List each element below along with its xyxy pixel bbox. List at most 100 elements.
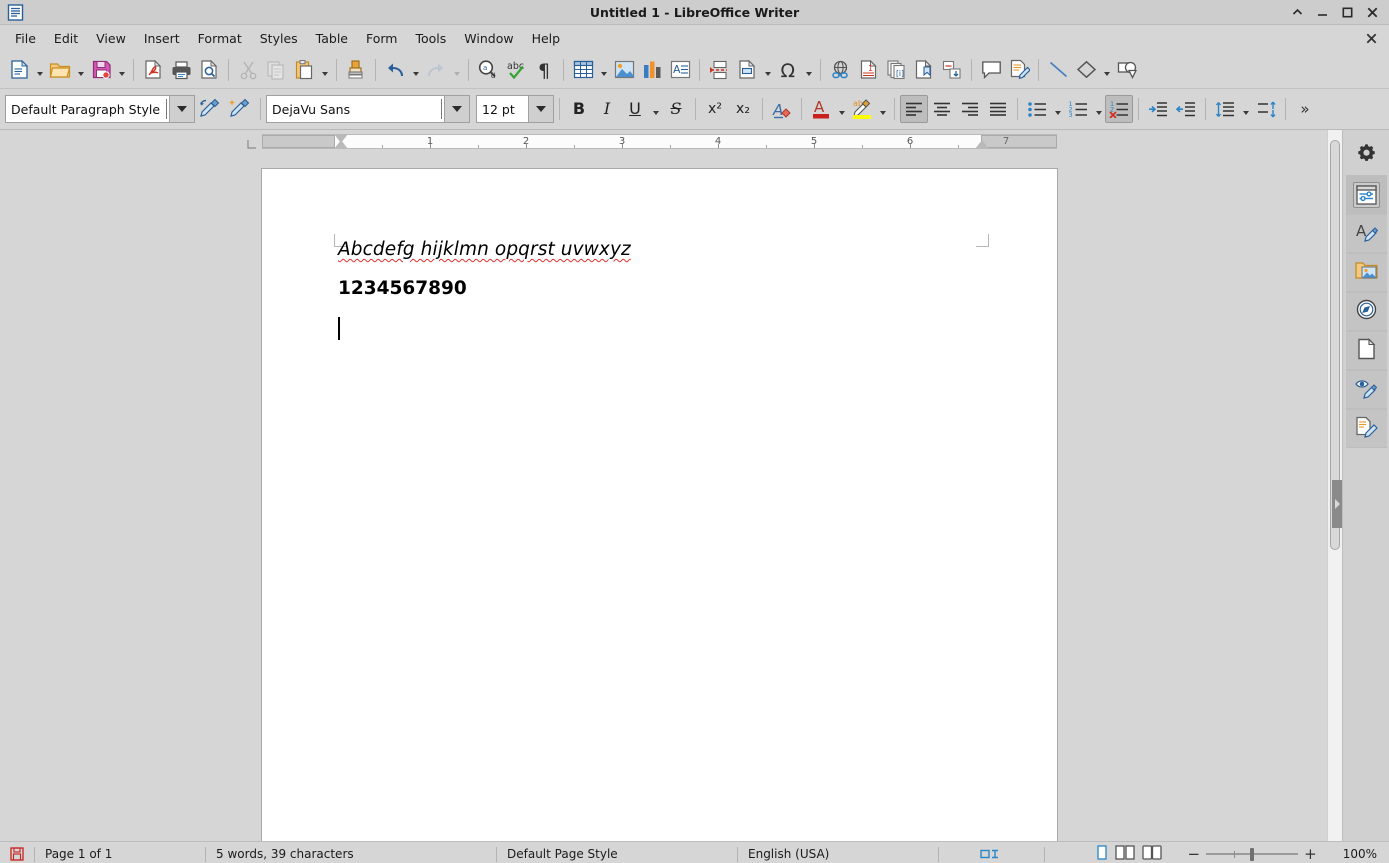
sidebar-item-page[interactable] (1345, 331, 1387, 370)
track-changes-button[interactable] (1005, 56, 1033, 84)
single-page-view-button[interactable] (1096, 845, 1108, 863)
new-style-from-selection-button[interactable] (225, 95, 255, 123)
unordered-list-button[interactable] (1023, 95, 1051, 123)
document-line-2[interactable]: 1234567890 (338, 278, 987, 299)
insert-endnote-button[interactable]: [i] (882, 56, 910, 84)
line-spacing-dropdown[interactable] (1239, 95, 1252, 123)
superscript-button[interactable]: x² (701, 95, 729, 123)
font-size-value[interactable]: 12 pt (476, 95, 528, 123)
close-document-icon[interactable] (1366, 33, 1389, 44)
menu-item-form[interactable]: Form (357, 28, 407, 49)
menu-item-help[interactable]: Help (523, 28, 570, 49)
right-margin-zone[interactable] (981, 134, 1057, 148)
sidebar-item-properties[interactable] (1345, 175, 1387, 214)
undo-dropdown[interactable] (409, 56, 422, 84)
spelling-button[interactable]: abc (502, 56, 530, 84)
formatting-marks-button[interactable]: ¶ (530, 56, 558, 84)
underline-button[interactable]: U (621, 95, 649, 123)
horizontal-ruler[interactable]: 1 2 3 4 5 6 7 (262, 133, 1057, 149)
clone-formatting-button[interactable] (342, 56, 370, 84)
strikethrough-button[interactable]: S (662, 95, 690, 123)
font-size-combobox[interactable]: 12 pt (476, 95, 554, 123)
no-list-button[interactable]: 12 (1105, 95, 1133, 123)
unordered-list-dropdown[interactable] (1051, 95, 1064, 123)
sidebar-item-gallery[interactable] (1345, 253, 1387, 292)
justified-button[interactable] (984, 95, 1012, 123)
zoom-out-button[interactable]: − (1182, 846, 1207, 862)
basic-shapes-dropdown[interactable] (1100, 56, 1113, 84)
toolbar-overflow-button[interactable]: » (1291, 95, 1319, 123)
paste-button[interactable] (290, 56, 318, 84)
font-name-dropdown[interactable] (444, 95, 470, 123)
sidebar-item-styles[interactable]: A (1345, 214, 1387, 253)
sidebar-item-navigator[interactable] (1345, 292, 1387, 331)
menu-item-format[interactable]: Format (189, 28, 251, 49)
menu-item-edit[interactable]: Edit (45, 28, 87, 49)
document-line-3-caret[interactable] (338, 317, 987, 341)
zoom-in-button[interactable]: + (1298, 846, 1323, 862)
document-text-body[interactable]: Abcdefg hijklmn opqrst uvwxyz 1234567890 (338, 239, 987, 341)
font-name-value[interactable]: DejaVu Sans (266, 95, 444, 123)
paragraph-style-combobox[interactable]: Default Paragraph Style (5, 95, 195, 123)
zoom-slider[interactable]: − + (1172, 842, 1333, 863)
menu-item-file[interactable]: File (6, 28, 45, 49)
menu-item-view[interactable]: View (87, 28, 135, 49)
sidebar-item-style-inspector[interactable] (1345, 370, 1387, 409)
left-margin-zone[interactable] (262, 134, 335, 148)
open-dropdown[interactable] (74, 56, 87, 84)
insert-mode-icon[interactable] (939, 842, 1044, 863)
zoom-level[interactable]: 100% (1333, 842, 1389, 863)
language-status[interactable]: English (USA) (738, 842, 938, 863)
menu-item-window[interactable]: Window (455, 28, 522, 49)
insert-footnote-button[interactable]: 1 (854, 56, 882, 84)
insert-image-button[interactable] (610, 56, 638, 84)
font-color-button[interactable]: A (807, 95, 835, 123)
document-canvas[interactable]: Abcdefg hijklmn opqrst uvwxyz 1234567890 (0, 152, 1327, 841)
new-document-button[interactable] (5, 56, 33, 84)
line-spacing-button[interactable] (1211, 95, 1239, 123)
insert-chart-button[interactable] (638, 56, 666, 84)
paragraph-style-value[interactable]: Default Paragraph Style (5, 95, 169, 123)
undo-button[interactable] (381, 56, 409, 84)
page-style[interactable]: Default Page Style (497, 842, 737, 863)
word-count[interactable]: 5 words, 39 characters (206, 842, 496, 863)
zoom-slider-track[interactable] (1206, 847, 1299, 861)
multi-page-view-button[interactable] (1114, 845, 1135, 863)
insert-text-box-button[interactable]: A (666, 56, 694, 84)
basic-shapes-button[interactable] (1072, 56, 1100, 84)
book-view-button[interactable] (1141, 845, 1162, 863)
insert-table-button[interactable] (569, 56, 597, 84)
insert-page-break-button[interactable] (705, 56, 733, 84)
left-indent-marker[interactable] (334, 139, 348, 149)
document-line-1[interactable]: Abcdefg hijklmn opqrst uvwxyz (338, 239, 987, 260)
insert-comment-button[interactable] (977, 56, 1005, 84)
print-preview-button[interactable] (195, 56, 223, 84)
minimize-icon[interactable] (1315, 5, 1329, 19)
chevron-up-icon[interactable] (1290, 5, 1304, 19)
update-selected-style-button[interactable] (195, 95, 225, 123)
highlight-color-button[interactable]: ab (848, 95, 876, 123)
save-dropdown[interactable] (115, 56, 128, 84)
paragraph-style-dropdown[interactable] (169, 95, 195, 123)
font-name-combobox[interactable]: DejaVu Sans (266, 95, 470, 123)
sidebar-settings-button[interactable] (1350, 136, 1383, 169)
ordered-list-dropdown[interactable] (1092, 95, 1105, 123)
insert-field-dropdown[interactable] (761, 56, 774, 84)
paste-dropdown[interactable] (318, 56, 331, 84)
subscript-button[interactable]: x₂ (729, 95, 757, 123)
document-page[interactable]: Abcdefg hijklmn opqrst uvwxyz 1234567890 (262, 169, 1057, 841)
align-left-button[interactable] (900, 95, 928, 123)
save-status-indicator[interactable] (0, 842, 34, 863)
open-button[interactable] (46, 56, 74, 84)
italic-button[interactable]: I (593, 95, 621, 123)
zoom-slider-thumb[interactable] (1250, 847, 1255, 861)
clear-formatting-button[interactable]: A (768, 95, 796, 123)
insert-hyperlink-button[interactable] (826, 56, 854, 84)
bold-button[interactable]: B (565, 95, 593, 123)
align-right-button[interactable] (956, 95, 984, 123)
ordered-list-button[interactable]: 123 (1064, 95, 1092, 123)
vertical-scrollbar[interactable] (1327, 130, 1342, 841)
align-center-button[interactable] (928, 95, 956, 123)
maximize-icon[interactable] (1340, 5, 1354, 19)
insert-cross-reference-button[interactable] (938, 56, 966, 84)
